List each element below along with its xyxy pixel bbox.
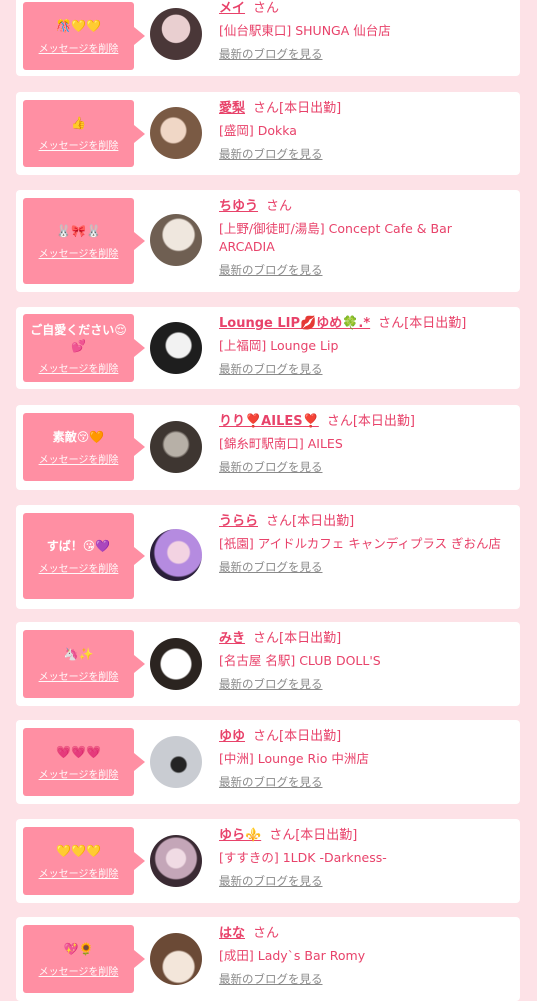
delete-message-link[interactable]: メッセージを削除 (39, 865, 119, 880)
latest-blog-link[interactable]: 最新のブログを見る (219, 971, 323, 987)
delete-message-link[interactable]: メッセージを削除 (39, 360, 119, 375)
shop-name: [仙台駅東口] SHUNGA 仙台店 (219, 23, 391, 38)
honorific: さん (253, 631, 280, 646)
cast-name-link[interactable]: メイ (219, 1, 245, 16)
avatar[interactable] (150, 8, 202, 60)
avatar[interactable] (150, 421, 202, 473)
status-badge: [本日出勤] (279, 729, 342, 744)
list-item: ご自愛ください😌💕 メッセージを削除 Lounge LIP💋ゆめ🍀.* さん[本日… (16, 307, 520, 389)
honorific: さん (266, 199, 293, 214)
avatar[interactable] (150, 322, 202, 374)
list-item: 🐰🎀🐰 メッセージを削除 ちゆう さん [上野/御徒町/湯島] Concept C… (16, 190, 520, 292)
cast-name-link[interactable]: ゆら⚜️ (219, 828, 261, 843)
latest-blog-link[interactable]: 最新のブログを見る (219, 46, 323, 62)
stamp-emoji: 素敵😚🧡 (52, 429, 105, 444)
latest-blog-link[interactable]: 最新のブログを見る (219, 459, 323, 475)
list-item: 🎊💛💛 メッセージを削除 メイ さん [仙台駅東口] SHUNGA 仙台店 最新の… (16, 0, 520, 76)
stamp-emoji: 💗💗💗 (56, 744, 101, 759)
stamp-emoji: 🎊💛💛 (56, 18, 101, 33)
avatar[interactable] (150, 214, 202, 266)
shop-name: [すすきの] 1LDK -Darkness- (219, 850, 387, 865)
cast-name-link[interactable]: はな (219, 926, 245, 941)
honorific: さん (253, 729, 280, 744)
list-item: 💖🌻 メッセージを削除 はな さん [成田] Lady`s Bar Romy 最新… (16, 917, 520, 1001)
stamp-emoji: 💛💛💛 (56, 843, 101, 858)
stamp-bubble: 💛💛💛 メッセージを削除 (23, 827, 145, 895)
list-item: 素敵😚🧡 メッセージを削除 りり❣️AILES❣️ さん[本日出勤] [錦糸町駅南… (16, 405, 520, 490)
honorific: さん (253, 1, 280, 16)
shop-name: [名古屋 名駅] CLUB DOLL'S (219, 653, 381, 668)
delete-message-link[interactable]: メッセージを削除 (39, 137, 119, 152)
cast-name-link[interactable]: みき (219, 631, 245, 646)
shop-name: [中洲] Lounge Rio 中洲店 (219, 751, 369, 766)
list-item: 💛💛💛 メッセージを削除 ゆら⚜️ さん[本日出勤] [すすきの] 1LDK -D… (16, 819, 520, 903)
delete-message-link[interactable]: メッセージを削除 (39, 963, 119, 978)
honorific: さん (266, 514, 293, 529)
stamp-bubble: 素敵😚🧡 メッセージを削除 (23, 413, 145, 481)
cast-name-link[interactable]: うらら (219, 514, 258, 529)
avatar[interactable] (150, 736, 202, 788)
avatar[interactable] (150, 107, 202, 159)
shop-name: [錦糸町駅南口] AILES (219, 436, 343, 451)
shop-name: [成田] Lady`s Bar Romy (219, 948, 366, 963)
delete-message-link[interactable]: メッセージを削除 (39, 668, 119, 683)
honorific: さん (378, 316, 405, 331)
latest-blog-link[interactable]: 最新のブログを見る (219, 873, 323, 889)
list-item: すば！😘💜 メッセージを削除 うらら さん[本日出勤] [祇園] アイドルカフェ … (16, 505, 520, 609)
stamp-emoji: 👍 (71, 116, 86, 130)
status-badge: [本日出勤] (295, 828, 358, 843)
delete-message-link[interactable]: メッセージを削除 (39, 245, 119, 260)
shop-name: [上野/御徒町/湯島] Concept Cafe & Bar ARCADIA (219, 221, 452, 254)
shop-name: [盛岡] Dokka (219, 123, 297, 138)
status-badge: [本日出勤] (404, 316, 467, 331)
status-badge: [本日出勤] (292, 514, 355, 529)
latest-blog-link[interactable]: 最新のブログを見る (219, 676, 323, 692)
avatar[interactable] (150, 933, 202, 985)
honorific: さん (253, 926, 280, 941)
stamp-bubble: ご自愛ください😌💕 メッセージを削除 (23, 314, 145, 382)
stamp-bubble: 🎊💛💛 メッセージを削除 (23, 2, 145, 70)
shop-name: [上福岡] Lounge Lip (219, 338, 339, 353)
stamp-bubble: 💖🌻 メッセージを削除 (23, 925, 145, 993)
cast-name-link[interactable]: 愛梨 (219, 101, 245, 116)
honorific: さん (326, 414, 353, 429)
avatar[interactable] (150, 529, 202, 581)
latest-blog-link[interactable]: 最新のブログを見る (219, 262, 323, 278)
cast-name-link[interactable]: Lounge LIP💋ゆめ🍀.* (219, 316, 370, 331)
delete-message-link[interactable]: メッセージを削除 (39, 451, 119, 466)
list-item: 🦄✨ メッセージを削除 みき さん[本日出勤] [名古屋 名駅] CLUB DOL… (16, 622, 520, 706)
stamp-emoji: ご自愛ください😌💕 (30, 322, 127, 353)
avatar[interactable] (150, 835, 202, 887)
latest-blog-link[interactable]: 最新のブログを見る (219, 146, 323, 162)
cast-name-link[interactable]: りり❣️AILES❣️ (219, 414, 319, 429)
stamp-bubble: 🐰🎀🐰 メッセージを削除 (23, 198, 145, 284)
stamp-emoji: 💖🌻 (63, 941, 94, 956)
stamp-emoji: 🐰🎀🐰 (56, 223, 101, 238)
avatar[interactable] (150, 638, 202, 690)
status-badge: [本日出勤] (352, 414, 415, 429)
stamp-emoji: 🦄✨ (63, 646, 94, 661)
latest-blog-link[interactable]: 最新のブログを見る (219, 559, 323, 575)
honorific: さん (269, 828, 296, 843)
cast-name-link[interactable]: ゆゆ (219, 729, 245, 744)
shop-name: [祇園] アイドルカフェ キャンディプラス ぎおん店 (219, 536, 502, 551)
delete-message-link[interactable]: メッセージを削除 (39, 40, 119, 55)
stamp-emoji: すば！😘💜 (46, 538, 111, 553)
status-badge: [本日出勤] (279, 631, 342, 646)
stamp-bubble: 👍 メッセージを削除 (23, 100, 145, 167)
stamp-bubble: 🦄✨ メッセージを削除 (23, 630, 145, 698)
list-item: 💗💗💗 メッセージを削除 ゆゆ さん[本日出勤] [中洲] Lounge Rio … (16, 720, 520, 804)
delete-message-link[interactable]: メッセージを削除 (39, 766, 119, 781)
status-badge: [本日出勤] (279, 101, 342, 116)
stamp-bubble: 💗💗💗 メッセージを削除 (23, 728, 145, 796)
honorific: さん (253, 101, 280, 116)
latest-blog-link[interactable]: 最新のブログを見る (219, 774, 323, 790)
delete-message-link[interactable]: メッセージを削除 (39, 560, 119, 575)
latest-blog-link[interactable]: 最新のブログを見る (219, 361, 323, 377)
list-item: 👍 メッセージを削除 愛梨 さん[本日出勤] [盛岡] Dokka 最新のブログを… (16, 92, 520, 175)
cast-name-link[interactable]: ちゆう (219, 199, 258, 214)
stamp-bubble: すば！😘💜 メッセージを削除 (23, 513, 145, 599)
